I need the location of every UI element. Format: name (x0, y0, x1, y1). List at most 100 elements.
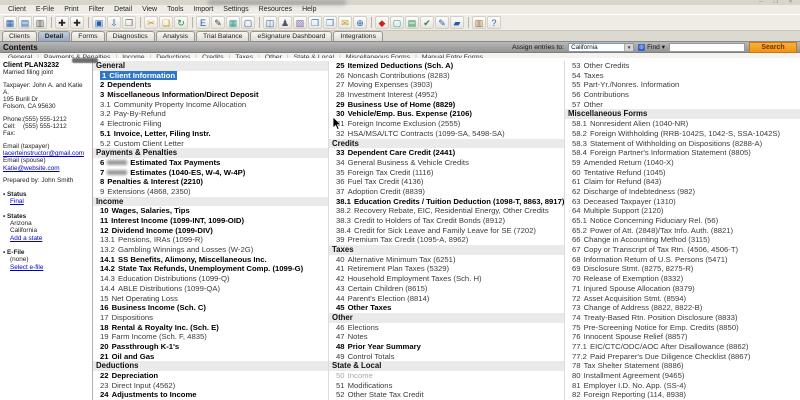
contents-item-5-1[interactable]: 5.1Invoice, Letter, Filing Instr. (93, 129, 328, 139)
contents-item-45[interactable]: 45Other Taxes (329, 303, 564, 313)
contents-item-65-2[interactable]: 65.2Power of Att. (2848)/Tax Info. Auth.… (565, 226, 800, 236)
contents-item-37[interactable]: 37Adoption Credit (8839) (329, 187, 564, 197)
esignature-check-icon[interactable]: ✔ (420, 16, 434, 29)
contents-item-6[interactable]: 6Estimated Tax Payments (93, 158, 328, 168)
contents-item-34[interactable]: 34General Business & Vehicle Credits (329, 158, 564, 168)
tab-esignature-dashboard[interactable]: eSignature Dashboard (250, 31, 332, 41)
contents-item-49[interactable]: 49Control Totals (329, 352, 564, 362)
menu-resources[interactable]: Resources (254, 6, 297, 13)
contents-item-8[interactable]: 8Penalties & Interest (2210) (93, 177, 328, 187)
print-all-icon[interactable]: ▥ (472, 16, 486, 29)
contents-item-60[interactable]: 60Tentative Refund (1045) (565, 168, 800, 178)
contents-item-18[interactable]: 18Rental & Royalty Inc. (Sch. E) (93, 323, 328, 333)
search-input[interactable] (669, 43, 745, 52)
contents-item-77-2[interactable]: 77.2Paid Preparer's Due Diligence Checkl… (565, 352, 800, 362)
contents-item-38-1[interactable]: 38.1Education Credits / Tuition Deductio… (329, 197, 564, 207)
document-icon[interactable]: ❐ (122, 16, 136, 29)
remote-desktop-icon[interactable]: ▢ (390, 16, 404, 29)
contents-item-16[interactable]: 16Business Income (Sch. C) (93, 303, 328, 313)
find-button[interactable]: ◎ Find ▾ (638, 43, 665, 51)
contents-item-65-1[interactable]: 65.1Notice Concerning Fiduciary Rel. (56… (565, 216, 800, 226)
contents-item-31[interactable]: 31Foreign Income Exclusion (2555) (329, 119, 564, 129)
contents-item-51[interactable]: 51Modifications (329, 381, 564, 391)
tab-detail[interactable]: Detail (38, 31, 71, 41)
contents-item-29[interactable]: 29Business Use of Home (8829) (329, 100, 564, 110)
contents-item-1[interactable]: 1Client Information (93, 71, 328, 81)
contents-item-50[interactable]: 50Income (329, 371, 564, 381)
notes-icon[interactable]: ▰ (450, 16, 464, 29)
dropdown-arrow-icon[interactable]: ▼ (624, 44, 633, 51)
contents-item-44[interactable]: 44Parent's Election (8814) (329, 294, 564, 304)
contents-item-39[interactable]: 39Premium Tax Credit (1095-A, 8962) (329, 235, 564, 245)
contents-item-75[interactable]: 75Pre-Screening Notice for Emp. Credits … (565, 323, 800, 333)
add-state-link[interactable]: Add a state (10, 235, 42, 242)
add-state-icon[interactable]: ✚ (70, 16, 84, 29)
contents-item-61[interactable]: 61Claim for Refund (843) (565, 177, 800, 187)
pencil-icon[interactable]: ✎ (211, 16, 225, 29)
library-books-icon[interactable]: ▤ (405, 16, 419, 29)
contents-item-23[interactable]: 23Direct Input (4562) (93, 381, 328, 391)
contents-item-71[interactable]: 71Injured Spouse Allocation (8379) (565, 284, 800, 294)
contents-item-13-2[interactable]: 13.2Gambling Winnings and Losses (W-2G) (93, 245, 328, 255)
contents-item-72[interactable]: 72Asset Acquisition Stmt. (8594) (565, 294, 800, 304)
menu-print[interactable]: Print (59, 6, 83, 13)
client-status-icon[interactable]: ♟ (278, 16, 292, 29)
contents-item-14-4[interactable]: 14.4ABLE Distributions (1099-QA) (93, 284, 328, 294)
tab-analysis[interactable]: Analysis (156, 31, 195, 41)
contents-item-74[interactable]: 74Treaty-Based Rtn. Position Disclosure … (565, 313, 800, 323)
contents-item-3-2[interactable]: 3.2Pay-By-Refund (93, 109, 328, 119)
contents-item-28[interactable]: 28Investment Interest (4952) (329, 90, 564, 100)
contents-item-19[interactable]: 19Farm Income (Sch. F, 4835) (93, 332, 328, 342)
contents-item-53[interactable]: 53Other Credits (565, 61, 800, 71)
contents-item-52[interactable]: 52Other State Tax Credit (329, 390, 564, 400)
contents-item-69[interactable]: 69Disclosure Stmt. (8275, 8275-R) (565, 264, 800, 274)
contents-item-64[interactable]: 64Multiple Support (2120) (565, 206, 800, 216)
email-taxpayer-link[interactable]: lacerteinstructor@gmail.com (3, 150, 84, 157)
contents-grid-icon[interactable]: ▦ (3, 16, 17, 29)
calendar-icon[interactable]: ▦ (226, 16, 240, 29)
menu-settings[interactable]: Settings (218, 6, 253, 13)
select-efile-link[interactable]: Select e-file (10, 264, 43, 271)
tab-clients[interactable]: Clients (2, 31, 37, 41)
contents-item-12[interactable]: 12Dividend Income (1099-DIV) (93, 226, 328, 236)
contents-item-40[interactable]: 40Alternative Minimum Tax (6251) (329, 255, 564, 265)
contents-item-10[interactable]: 10Wages, Salaries, Tips (93, 206, 328, 216)
contents-item-20[interactable]: 20Passthrough K-1's (93, 342, 328, 352)
menu-filter[interactable]: Filter (84, 6, 110, 13)
menu-view[interactable]: View (137, 6, 162, 13)
import-download-icon[interactable]: ⇩ (107, 16, 121, 29)
contents-item-14-2[interactable]: 14.2State Tax Refunds, Unemployment Comp… (93, 264, 328, 274)
signature-pen-icon[interactable]: ✎ (435, 16, 449, 29)
window-controls[interactable]: ─ ❐ ✕ (759, 0, 797, 5)
tab-diagnostics[interactable]: Diagnostics (106, 31, 155, 41)
print-icon[interactable]: ▥ (33, 16, 47, 29)
contents-item-35[interactable]: 35Foreign Tax Credit (1116) (329, 168, 564, 178)
contents-item-78[interactable]: 78Tax Shelter Statement (8886) (565, 361, 800, 371)
folder-open-icon[interactable]: ❒ (323, 16, 337, 29)
contents-item-9[interactable]: 9Extensions (4868, 2350) (93, 187, 328, 197)
contents-item-38-2[interactable]: 38.2Recovery Rebate, EIC, Residential En… (329, 206, 564, 216)
analysis-chart-icon[interactable]: ▨ (293, 16, 307, 29)
monitor-icon[interactable]: ▢ (241, 16, 255, 29)
contents-item-21[interactable]: 21Oil and Gas (93, 352, 328, 362)
contents-item-27[interactable]: 27Moving Expenses (3903) (329, 80, 564, 90)
contents-item-22[interactable]: 22Depreciation (93, 371, 328, 381)
status-final-link[interactable]: Final (10, 198, 24, 205)
contents-item-56[interactable]: 56Contributions (565, 90, 800, 100)
tab-trial-balance[interactable]: Trial Balance (196, 31, 249, 41)
tab-forms[interactable]: Forms (71, 31, 104, 41)
contents-item-66[interactable]: 66Change in Accounting Method (3115) (565, 235, 800, 245)
folder-icon[interactable]: ❒ (308, 16, 322, 29)
contents-item-7[interactable]: 7Estimates (1040-ES, W-4, W-4P) (93, 168, 328, 178)
contents-item-43[interactable]: 43Certain Children (8615) (329, 284, 564, 294)
contents-item-11[interactable]: 11Interest Income (1099-INT, 1099-OID) (93, 216, 328, 226)
contents-item-24[interactable]: 24Adjustments to Income (93, 390, 328, 400)
send-mail-icon[interactable]: ✉ (338, 16, 352, 29)
save-icon[interactable]: ▤ (18, 16, 32, 29)
contents-item-58-4[interactable]: 58.4Foreign Partner's Information Statem… (565, 148, 800, 158)
missing-data-icon[interactable]: ◆ (375, 16, 389, 29)
contents-item-59[interactable]: 59Amended Return (1040-X) (565, 158, 800, 168)
contents-item-80[interactable]: 80Installment Agreement (9465) (565, 371, 800, 381)
chart-icon[interactable]: ◫ (263, 16, 277, 29)
email-spouse-link[interactable]: Katie@website.com (3, 165, 60, 172)
